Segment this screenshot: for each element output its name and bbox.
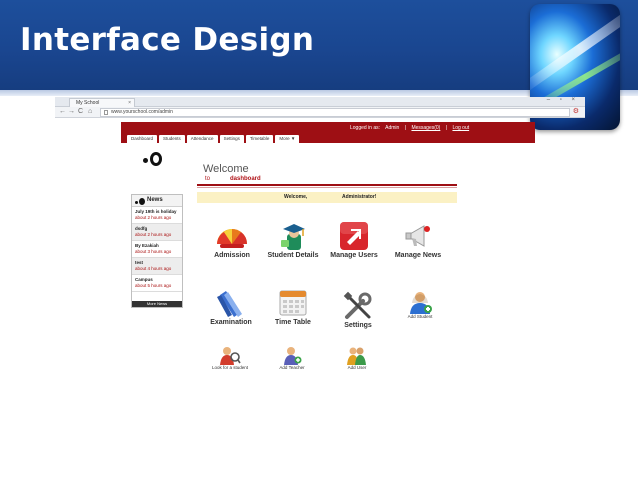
- reload-icon[interactable]: C: [78, 108, 83, 115]
- menu-more[interactable]: More ▼: [275, 135, 300, 143]
- manage-news-tile[interactable]: Manage News: [390, 220, 446, 259]
- address-bar[interactable]: www.yourschool.com/admin: [100, 108, 570, 117]
- menu-timetable[interactable]: Timetable: [245, 135, 274, 143]
- window-controls[interactable]: – ▫ ×: [547, 97, 579, 103]
- graduate-icon: [281, 224, 305, 250]
- news-title: News: [147, 197, 163, 203]
- manage-users-label: Manage Users: [330, 252, 378, 259]
- news-header: News: [132, 195, 182, 207]
- add-user-label: Add User: [347, 365, 367, 370]
- add-student-icon: [410, 292, 432, 314]
- add-user-icon: [347, 347, 366, 365]
- back-icon[interactable]: ←: [59, 108, 66, 115]
- news-item[interactable]: By Ezakiah about 3 hours ago: [132, 241, 182, 258]
- tab-close-icon[interactable]: ×: [128, 99, 131, 107]
- find-student-icon: [220, 347, 241, 365]
- manage-users-tile[interactable]: Manage Users: [326, 220, 382, 259]
- more-news-button[interactable]: More News: [132, 301, 182, 307]
- settings-label: Settings: [344, 322, 372, 329]
- menu-dashboard[interactable]: Dashboard: [127, 135, 158, 143]
- settings-tile[interactable]: Settings: [336, 290, 380, 329]
- add-teacher-tile[interactable]: Add Teacher: [272, 345, 312, 370]
- megaphone-icon: [405, 225, 430, 247]
- add-student-tile[interactable]: Add Student: [400, 290, 440, 319]
- browser-tab[interactable]: My School ×: [69, 98, 135, 107]
- manage-news-label: Manage News: [394, 252, 442, 259]
- user-status: Logged in as: Admin | Messages(0) | Log …: [350, 125, 473, 131]
- news-panel: News July 19th is holiday about 2 hours …: [131, 194, 183, 308]
- add-teacher-label: Add Teacher: [279, 365, 305, 370]
- admission-tile[interactable]: Admission: [207, 220, 257, 259]
- student-details-label: Student Details: [267, 252, 319, 259]
- browser-toolbar: ← → C ⌂ www.yourschool.com/admin ⚙: [55, 107, 585, 118]
- welcome-notice: Welcome, Administrator!: [197, 192, 457, 203]
- browser-tab-bar: My School × – ▫ ×: [55, 97, 585, 107]
- news-item[interactable]: Campus about 5 hours ago: [132, 275, 182, 292]
- news-item[interactable]: test about 4 hours ago: [132, 258, 182, 275]
- time-table-label: Time Table: [275, 319, 311, 326]
- tools-icon: [343, 291, 372, 319]
- tab-title: My School: [76, 100, 100, 106]
- messages-link[interactable]: Messages(0): [411, 125, 440, 131]
- manage-users-icon: [340, 222, 368, 250]
- slide-title: Interface Design: [20, 22, 315, 58]
- forward-icon[interactable]: →: [68, 108, 75, 115]
- logout-link[interactable]: Log out: [452, 125, 469, 131]
- admission-label: Admission: [214, 252, 250, 259]
- books-icon: [217, 291, 242, 317]
- look-for-student-label: Look for a student: [211, 365, 249, 370]
- menu-attendance[interactable]: Attendance: [186, 135, 218, 143]
- logged-in-label: Logged in as:: [350, 125, 381, 131]
- look-for-student-tile[interactable]: Look for a student: [210, 345, 250, 370]
- news-item[interactable]: July 19th is holiday about 2 hours ago: [132, 207, 182, 224]
- welcome-heading: Welcome to dashboard: [203, 163, 261, 182]
- wrench-icon[interactable]: ⚙: [573, 107, 579, 115]
- examination-label: Examination: [210, 319, 252, 326]
- welcome-subtitle: to dashboard: [205, 176, 261, 182]
- app-header: Logged in as: Admin | Messages(0) | Log …: [121, 122, 535, 143]
- admission-icon: [217, 229, 247, 248]
- user-name: Admin: [385, 125, 400, 131]
- separator: |: [404, 125, 407, 131]
- separator: |: [445, 125, 448, 131]
- welcome-title: Welcome: [203, 163, 249, 175]
- student-details-tile[interactable]: Student Details: [263, 220, 323, 259]
- welcome-divider-shadow: [197, 187, 457, 188]
- page-icon: [104, 110, 108, 115]
- welcome-divider: [197, 184, 457, 186]
- admin-name: Administrator!: [342, 194, 377, 200]
- presentation-slide: Interface Design My School × – ▫ × ← → C…: [0, 0, 638, 479]
- add-teacher-icon: [284, 347, 302, 365]
- main-menu: Dashboard Students Attendance Settings T…: [127, 135, 300, 143]
- add-user-tile[interactable]: Add User: [337, 345, 377, 370]
- menu-settings[interactable]: Settings: [219, 135, 244, 143]
- calendar-icon: [279, 290, 307, 316]
- greeting-text: Welcome,: [284, 194, 308, 200]
- examination-tile[interactable]: Examination: [205, 287, 257, 326]
- news-item[interactable]: dsdfg about 2 hours ago: [132, 224, 182, 241]
- time-table-tile[interactable]: Time Table: [268, 287, 318, 326]
- home-icon[interactable]: ⌂: [88, 108, 92, 115]
- address-text: www.yourschool.com/admin: [111, 109, 173, 115]
- add-student-label: Add Student: [407, 314, 433, 319]
- menu-students[interactable]: Students: [159, 135, 185, 143]
